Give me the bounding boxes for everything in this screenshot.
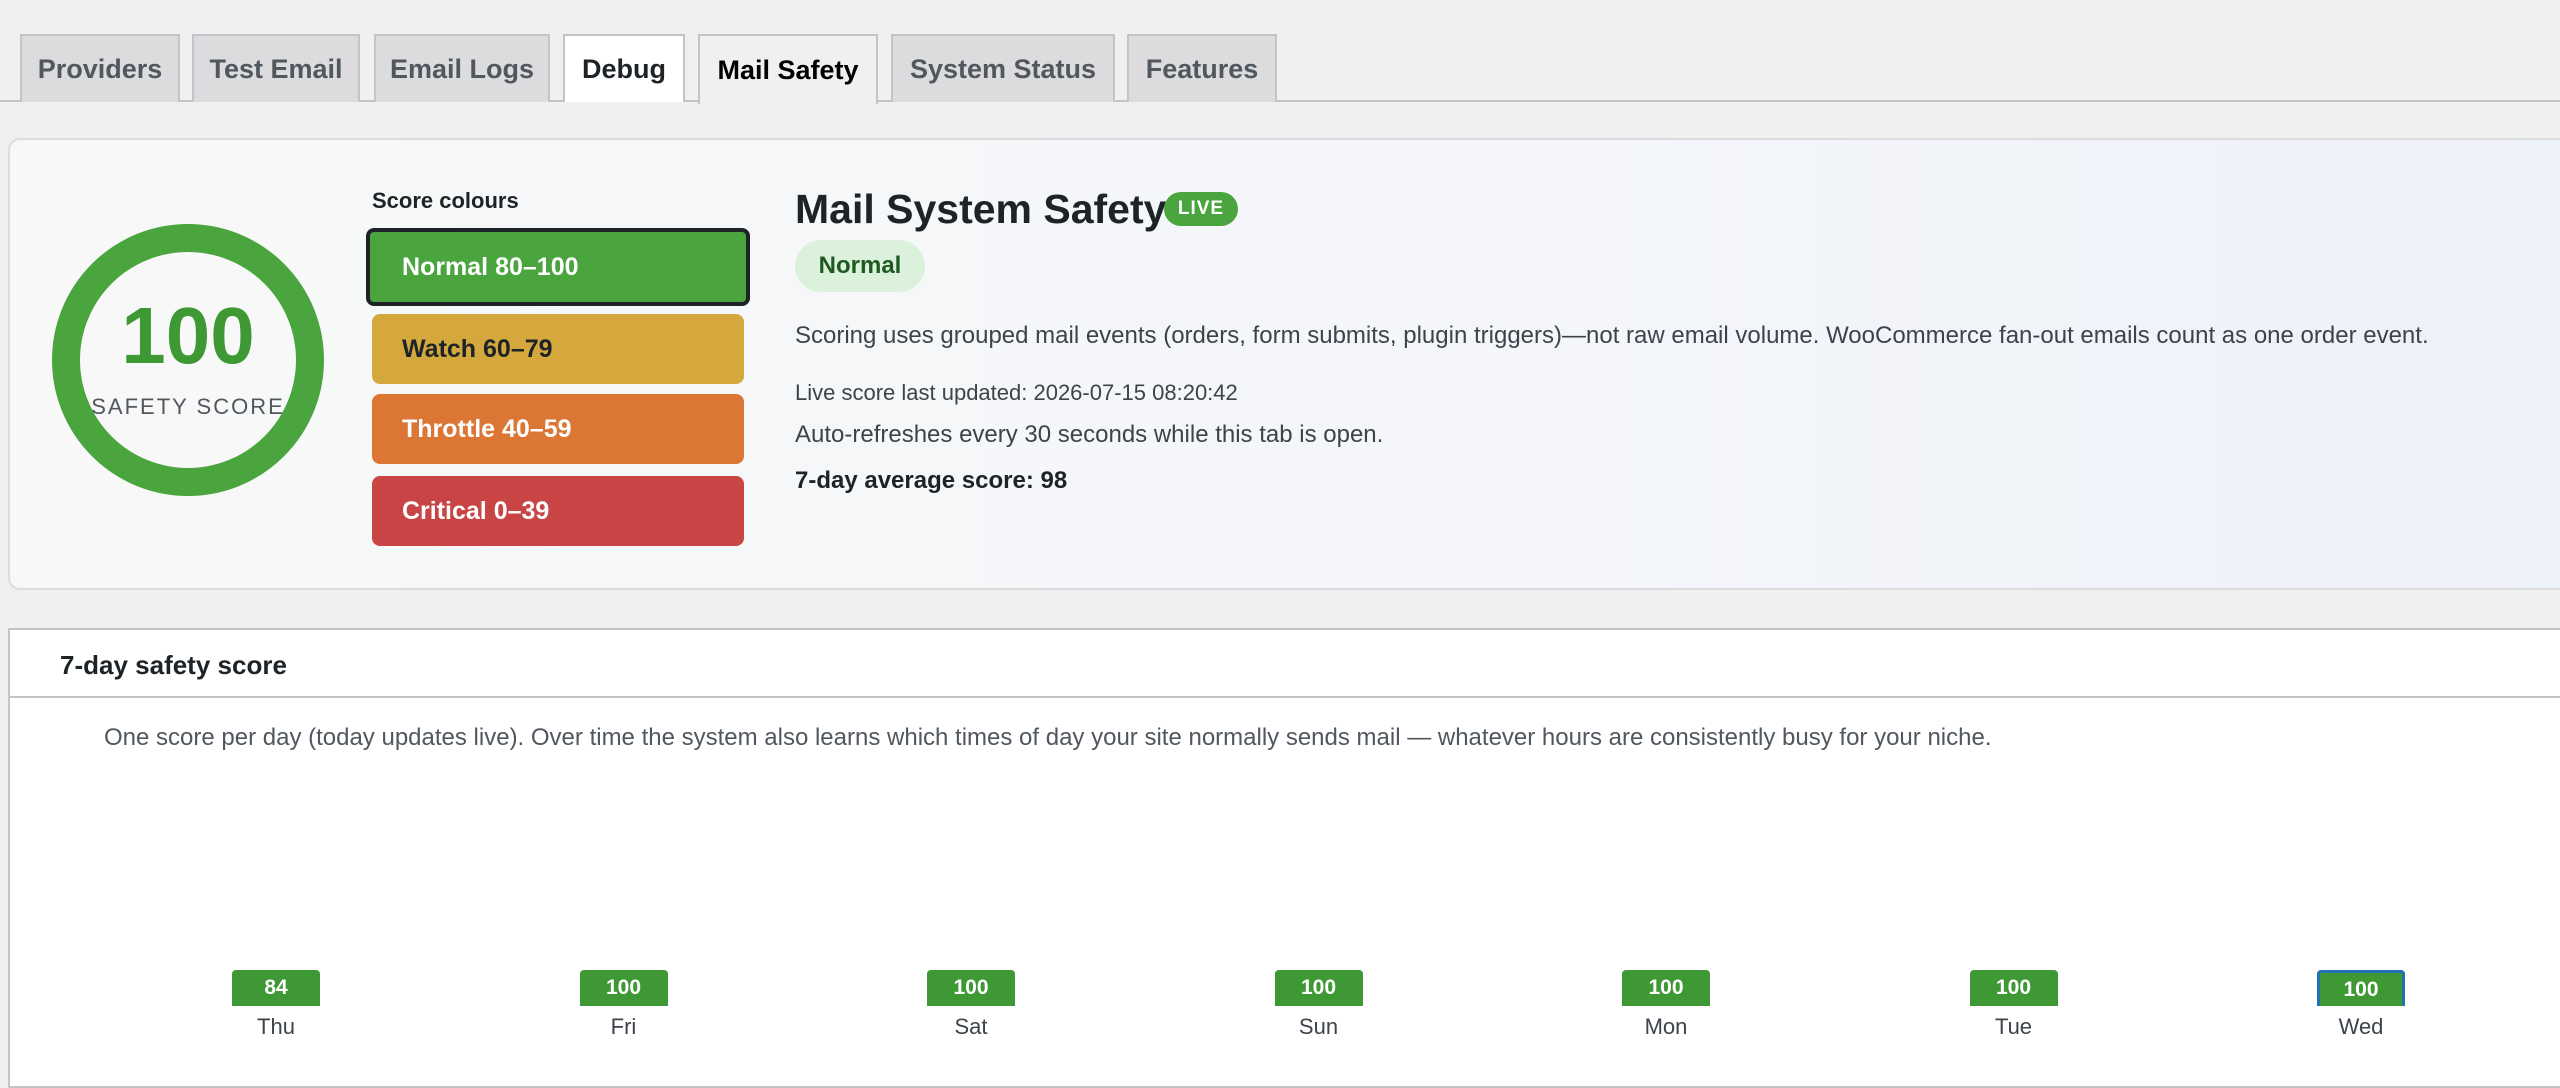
score-bar-wed: 100 xyxy=(2317,970,2405,1006)
legend-normal[interactable]: Normal 80–100 xyxy=(366,228,750,306)
day-label-mon: Mon xyxy=(1644,1014,1688,1039)
status-badge: Normal xyxy=(795,240,925,292)
score-bar-fri: 100 xyxy=(579,970,668,1006)
auto-refresh-note: Auto-refreshes every 30 seconds while th… xyxy=(795,421,1384,448)
day-label-sun: Sun xyxy=(1298,1014,1339,1039)
panel-header: 7-day safety score xyxy=(10,630,2560,698)
tab-system-status[interactable]: System Status xyxy=(891,34,1115,102)
tab-bar: Providers Test Email Email Logs Debug Ma… xyxy=(0,0,2560,104)
panel-title: 7-day safety score xyxy=(60,650,287,680)
panel-description: One score per day (today updates live). … xyxy=(104,724,1992,751)
scoring-description: Scoring uses grouped mail events (orders… xyxy=(795,322,2429,349)
tab-debug[interactable]: Debug xyxy=(563,34,685,102)
score-bar-sat: 100 xyxy=(927,970,1015,1006)
score-bar-mon: 100 xyxy=(1622,970,1710,1006)
day-label-wed: Wed xyxy=(2338,1014,2384,1039)
day-label-fri: Fri xyxy=(610,1014,637,1039)
legend-watch[interactable]: Watch 60–79 xyxy=(372,314,744,384)
tab-test-email[interactable]: Test Email xyxy=(192,34,360,102)
tab-features[interactable]: Features xyxy=(1127,34,1277,102)
score-bar-tue: 100 xyxy=(1969,970,2058,1006)
page-title: Mail System Safety xyxy=(795,186,1167,232)
legend-title: Score colours xyxy=(372,188,519,213)
day-label-thu: Thu xyxy=(257,1014,295,1039)
tab-providers[interactable]: Providers xyxy=(20,34,180,102)
tab-email-logs[interactable]: Email Logs xyxy=(374,34,550,102)
day-label-tue: Tue xyxy=(1994,1014,2033,1039)
score-bar-sun: 100 xyxy=(1274,970,1363,1006)
seven-day-score-panel: 7-day safety score One score per day (to… xyxy=(8,628,2560,1088)
legend-throttle[interactable]: Throttle 40–59 xyxy=(372,394,744,464)
live-badge: LIVE xyxy=(1164,192,1238,226)
tab-mail-safety[interactable]: Mail Safety xyxy=(698,34,878,104)
legend-critical[interactable]: Critical 0–39 xyxy=(372,476,744,546)
safety-score-gauge: 100 SAFETY SCORE xyxy=(52,224,324,496)
day-label-sat: Sat xyxy=(954,1014,988,1039)
last-updated-text: Live score last updated: 2026-07-15 08:2… xyxy=(795,380,1238,405)
safety-score-value: 100 xyxy=(121,291,255,380)
safety-score-label: SAFETY SCORE xyxy=(91,394,285,419)
score-bar-thu: 84 xyxy=(232,970,320,1006)
seven-day-average: 7-day average score: 98 xyxy=(795,467,1068,494)
